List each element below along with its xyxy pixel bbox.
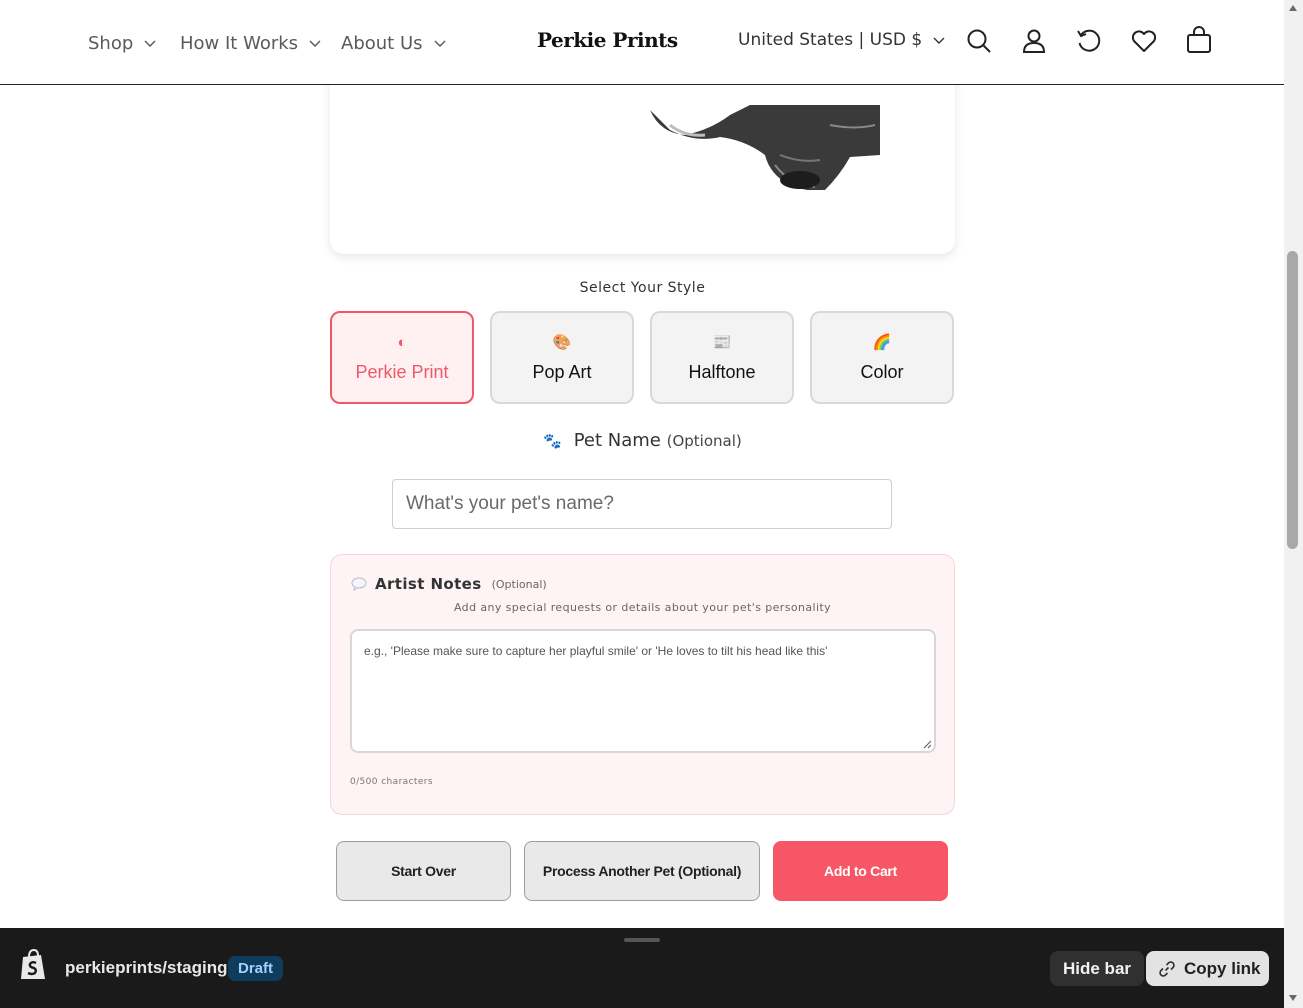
speech-bubble-icon — [351, 577, 367, 591]
style-option-perkie-print[interactable]: ◐ Perkie Print — [330, 311, 474, 404]
style-option-label: Color — [860, 362, 904, 382]
resize-grip-icon[interactable] — [922, 739, 932, 749]
process-another-pet-button[interactable]: Process Another Pet (Optional) — [524, 841, 760, 901]
palette-icon: 🎨 — [552, 334, 572, 351]
artist-notes-title: Artist Notes — [375, 575, 482, 593]
wishlist-heart-icon[interactable] — [1129, 26, 1159, 56]
style-option-color[interactable]: 🌈 Color — [810, 311, 954, 404]
pet-name-title: Pet Name — [573, 430, 661, 451]
site-logo[interactable]: Perkie Prints — [537, 28, 678, 52]
rainbow-icon: 🌈 — [872, 334, 892, 351]
chevron-down-icon — [933, 37, 945, 44]
paw-prints-icon: 🐾 — [543, 432, 562, 450]
artist-notes-optional: (Optional) — [491, 577, 547, 591]
style-option-label: Perkie Print — [355, 362, 449, 382]
pet-name-optional: (Optional) — [666, 432, 742, 450]
nav-about-us[interactable]: About Us — [341, 30, 447, 56]
nav-how-it-works-label: How It Works — [180, 32, 299, 54]
add-to-cart-button[interactable]: Add to Cart — [773, 841, 948, 901]
site-header: Shop How It Works About Us Perkie Prints… — [0, 0, 1284, 85]
artist-notes-header: Artist Notes (Optional) — [351, 575, 547, 593]
artist-notes-section: Artist Notes (Optional) Add any special … — [330, 554, 955, 815]
cart-icon[interactable] — [1184, 26, 1214, 56]
style-option-label: Halftone — [688, 362, 756, 382]
newspaper-icon: 📰 — [712, 334, 732, 351]
hide-bar-button[interactable]: Hide bar — [1050, 951, 1145, 986]
copy-link-button[interactable]: Copy link — [1146, 951, 1269, 986]
style-selector-title: Select Your Style — [579, 280, 706, 296]
status-badge: Draft — [228, 956, 284, 981]
page-scrollbar[interactable] — [1284, 0, 1303, 1008]
pet-preview-card — [330, 60, 955, 254]
style-option-halftone[interactable]: 📰 Halftone — [650, 311, 794, 404]
search-icon[interactable] — [964, 26, 994, 56]
half-circle-icon: ◐ — [397, 334, 407, 351]
chevron-down-icon — [144, 40, 156, 47]
currency-selector[interactable]: United States | USD $ — [738, 30, 946, 50]
style-option-pop-art[interactable]: 🎨 Pop Art — [490, 311, 634, 404]
pet-preview-image — [650, 105, 880, 190]
character-counter: 0/500 characters — [350, 777, 433, 787]
theme-preview-bar: perkieprints/staging Draft Hide bar Copy… — [0, 928, 1284, 1008]
link-icon — [1159, 960, 1175, 977]
copy-link-label: Copy link — [1184, 959, 1261, 978]
nav-about-us-label: About Us — [341, 32, 423, 54]
history-icon[interactable] — [1074, 26, 1104, 56]
nav-how-it-works[interactable]: How It Works — [180, 30, 322, 56]
currency-label: United States | USD $ — [738, 30, 923, 50]
style-option-label: Pop Art — [532, 362, 592, 382]
nav-shop[interactable]: Shop — [88, 30, 157, 56]
shopify-bag-icon — [21, 949, 45, 979]
artist-notes-textarea[interactable] — [350, 629, 936, 753]
account-icon[interactable] — [1019, 26, 1049, 56]
drag-handle[interactable] — [624, 938, 660, 942]
scroll-up-arrow-icon[interactable] — [1288, 4, 1298, 12]
chevron-down-icon — [434, 40, 445, 47]
pet-name-input[interactable] — [392, 479, 892, 529]
scroll-down-arrow-icon[interactable] — [1288, 994, 1298, 1002]
start-over-button[interactable]: Start Over — [336, 841, 511, 901]
pet-name-label: 🐾 Pet Name (Optional) — [330, 430, 955, 451]
nav-shop-label: Shop — [88, 32, 134, 54]
scrollbar-thumb[interactable] — [1287, 251, 1298, 549]
chevron-down-icon — [309, 40, 321, 47]
artist-notes-subtitle: Add any special requests or details abou… — [453, 601, 832, 614]
store-name: perkieprints/staging — [65, 958, 228, 977]
